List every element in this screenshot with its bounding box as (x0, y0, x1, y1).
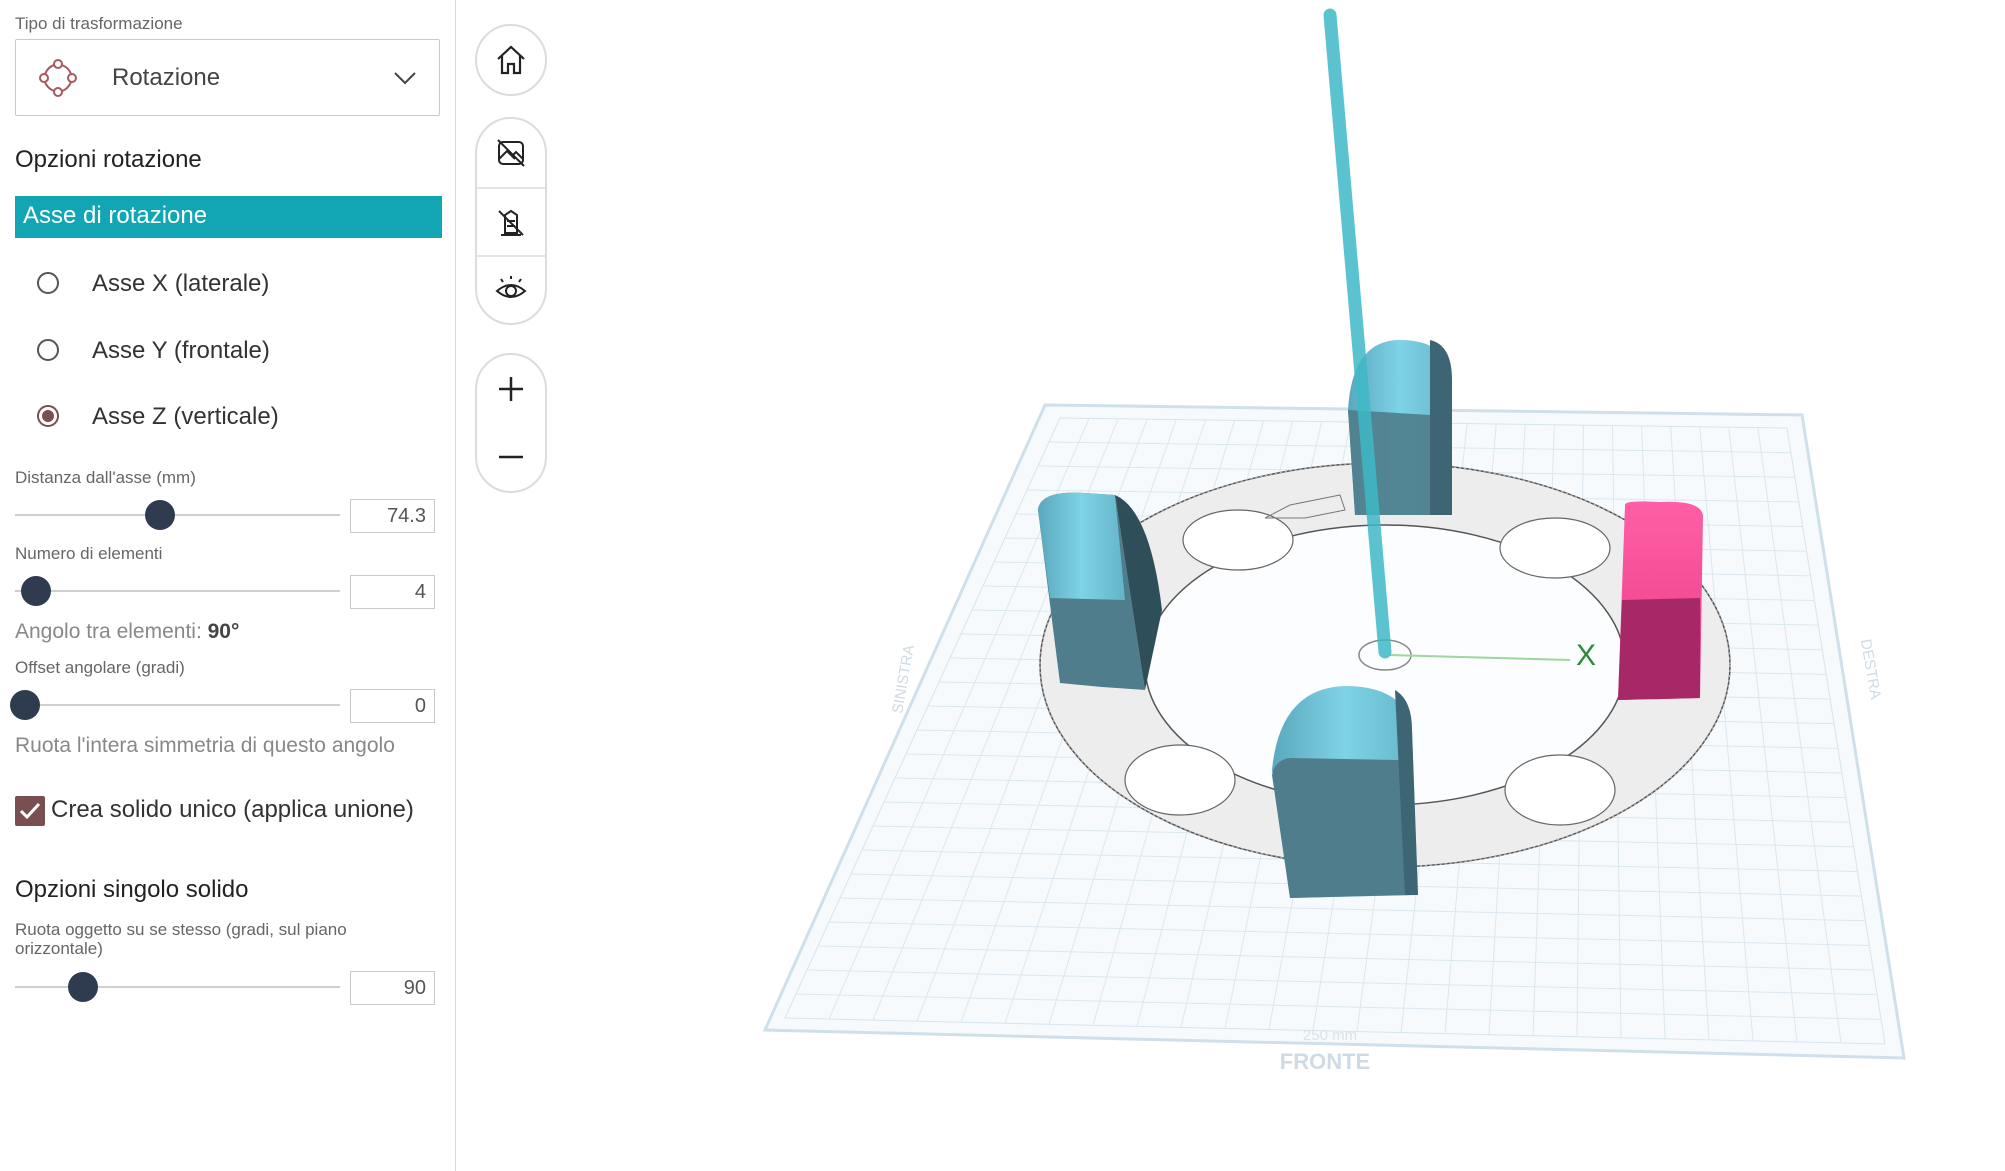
front-label: FRONTE (1280, 1049, 1370, 1074)
x-axis-label: X (1576, 639, 1596, 672)
angle-between-value: 90° (207, 620, 240, 643)
axis-section-header: Asse di rotazione (15, 196, 442, 238)
zoom-in-button[interactable] (477, 355, 545, 423)
radio-button[interactable] (37, 405, 59, 427)
distance-slider[interactable] (15, 500, 340, 530)
hide-object-icon (498, 209, 524, 236)
distance-input[interactable]: 74.3 (350, 499, 435, 533)
offset-label: Offset angolare (gradi) (15, 658, 185, 677)
slider-track (15, 514, 340, 516)
home-button[interactable] (477, 26, 545, 94)
slider-thumb[interactable] (144, 500, 175, 530)
object-front[interactable] (1272, 686, 1418, 898)
toolbar-zoom-group (475, 353, 547, 493)
distance-label: Distanza dall'asse (mm) (15, 468, 196, 487)
angle-between-text: Angolo tra elementi: 90° (15, 620, 239, 644)
transform-panel: Tipo di trasformazione Rotazione Opzioni… (0, 0, 456, 1171)
chevron-down-icon (393, 66, 417, 90)
toolbar-visibility-group (475, 117, 547, 325)
slider-thumb[interactable] (9, 690, 40, 720)
radio-axis-y[interactable]: Asse Y (frontale) (37, 330, 417, 370)
radio-axis-z[interactable]: Asse Z (verticale) (37, 396, 417, 436)
single-solid-checkbox-row[interactable]: Crea solido unico (applica unione) (15, 794, 435, 828)
hide-image-icon (497, 139, 525, 167)
radio-axis-x[interactable]: Asse X (laterale) (37, 263, 417, 303)
show-all-button[interactable] (477, 255, 545, 323)
offset-hint: Ruota l'intera simmetria di questo angol… (15, 734, 395, 757)
transform-type-value: Rotazione (112, 64, 221, 91)
slider-thumb[interactable] (21, 576, 52, 606)
count-input[interactable]: 4 (350, 575, 435, 609)
plus-icon (499, 377, 523, 401)
slider-track (15, 986, 340, 988)
offset-slider[interactable] (9, 690, 340, 720)
self-rotation-label: Ruota oggetto su se stesso (gradi, sul p… (15, 920, 347, 958)
radio-label: Asse Z (verticale) (92, 403, 279, 430)
single-solid-checkbox-label: Crea solido unico (applica unione) (51, 796, 414, 823)
3d-viewport[interactable]: X FRONTE 250 mm SINISTRA DESTRA (457, 0, 2005, 1171)
radio-button[interactable] (37, 272, 59, 294)
home-icon (497, 45, 525, 75)
slider-track (15, 704, 340, 706)
radio-label: Asse Y (frontale) (92, 337, 270, 364)
slider-track (15, 590, 340, 592)
plate-size-label: 250 mm (1303, 1027, 1357, 1044)
single-solid-title: Opzioni singolo solido (15, 876, 249, 903)
radio-button[interactable] (37, 339, 59, 361)
object-right-selected[interactable] (1618, 501, 1703, 700)
count-label: Numero di elementi (15, 544, 163, 563)
transform-type-label: Tipo di trasformazione (15, 14, 183, 33)
rotation-options-title: Opzioni rotazione (15, 146, 202, 173)
count-slider[interactable] (15, 576, 340, 606)
self-rotation-slider[interactable] (15, 972, 340, 1002)
self-rotation-input[interactable]: 90 (350, 971, 435, 1005)
transform-type-select[interactable]: Rotazione (15, 39, 440, 116)
single-solid-checkbox[interactable] (15, 796, 45, 826)
minus-icon (499, 455, 523, 459)
offset-input[interactable]: 0 (350, 689, 435, 723)
hide-selected-button[interactable] (477, 119, 545, 187)
hide-others-button[interactable] (477, 187, 545, 255)
radio-label: Asse X (laterale) (92, 270, 270, 297)
eye-icon (495, 276, 527, 298)
zoom-out-button[interactable] (477, 423, 545, 491)
toolbar-home-group (475, 24, 547, 96)
slider-thumb[interactable] (68, 972, 99, 1002)
angle-between-label: Angolo tra elementi: (15, 620, 202, 643)
right-label: DESTRA (1857, 638, 1884, 701)
rotate-nodes-icon (38, 58, 78, 98)
